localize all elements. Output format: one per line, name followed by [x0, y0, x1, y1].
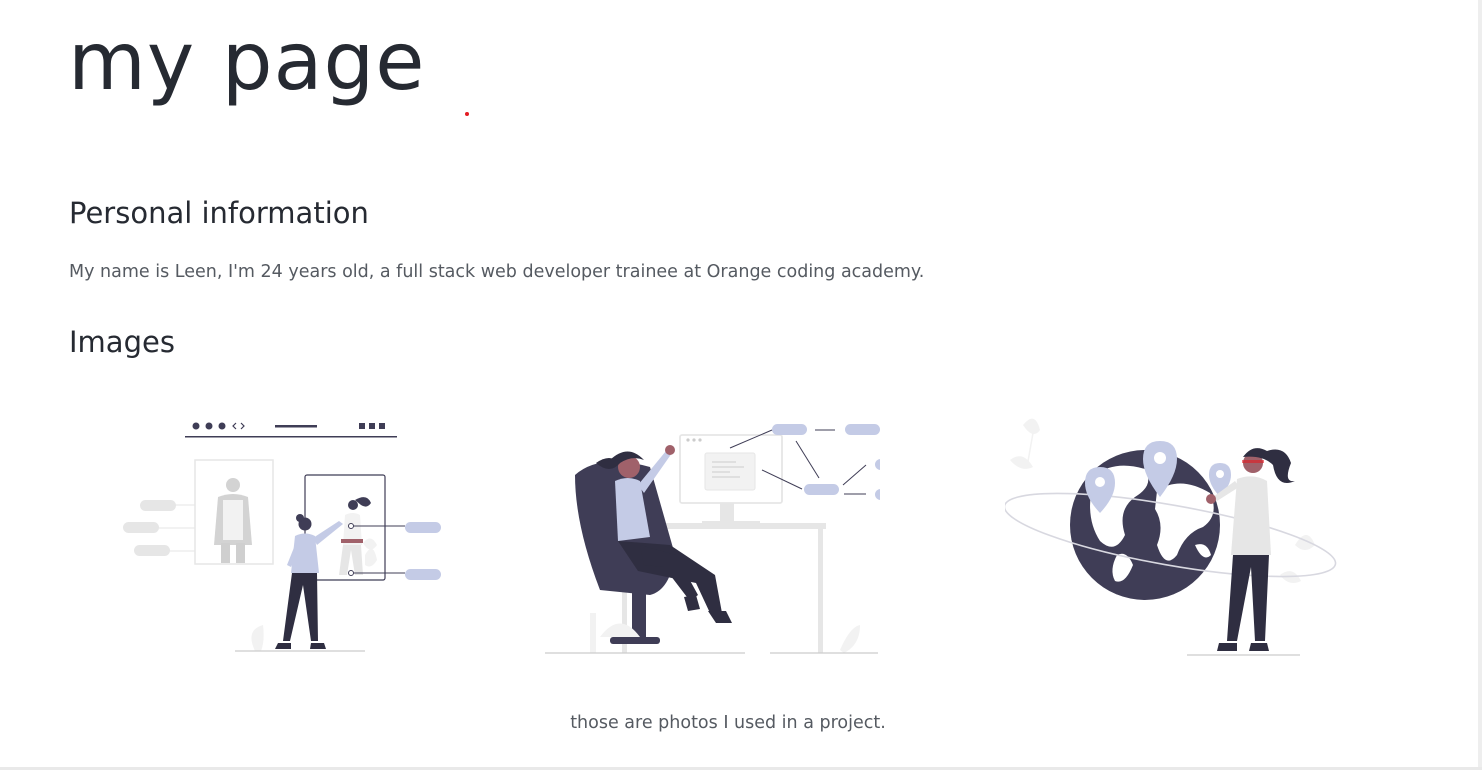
personal-info-heading: Personal information: [69, 196, 369, 230]
page-title: my page: [68, 15, 426, 108]
world-map-illustration: [1005, 418, 1337, 656]
profile-builder-illustration: [123, 422, 441, 652]
images-caption: those are photos I used in a project.: [570, 713, 886, 733]
developer-chair-illustration: [545, 424, 880, 654]
red-dot-decoration: [465, 112, 469, 116]
bio-text: My name is Leen, I'm 24 years old, a ful…: [69, 262, 925, 282]
images-heading: Images: [69, 325, 175, 359]
scrollbar-track[interactable]: [1478, 0, 1482, 770]
page: my page Personal information My name is …: [0, 0, 1478, 767]
